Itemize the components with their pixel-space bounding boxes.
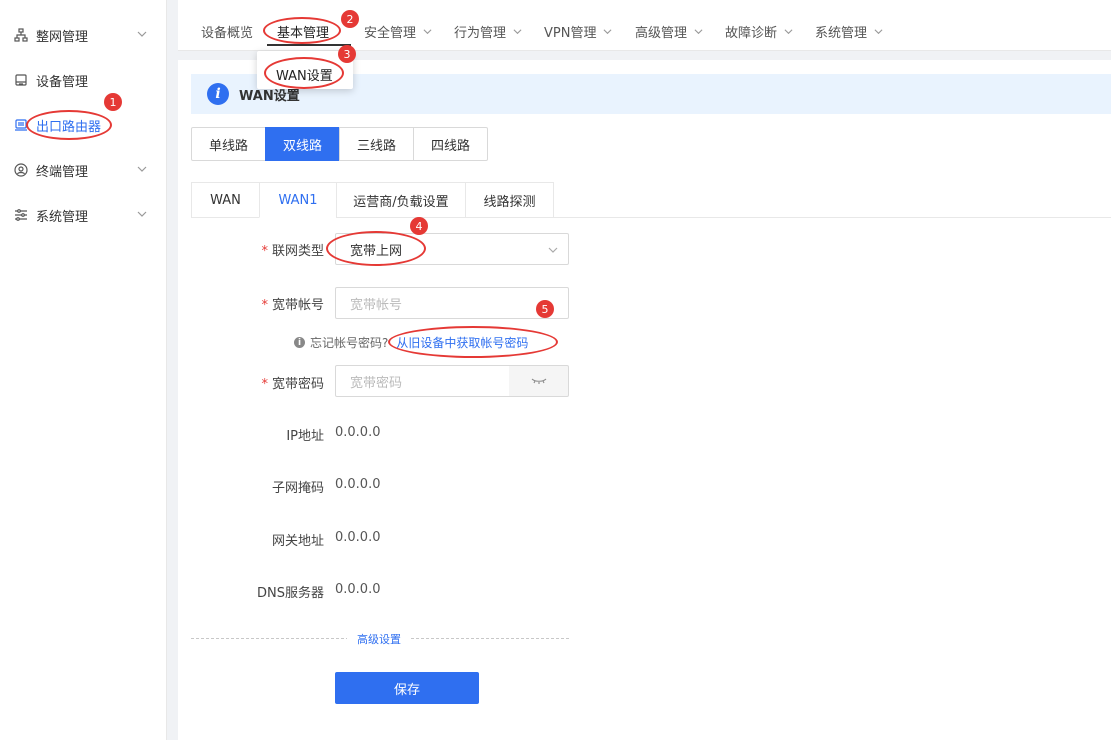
chevron-down-icon: [513, 29, 522, 35]
nav-behavior[interactable]: 行为管理: [454, 22, 522, 41]
nav-security[interactable]: 安全管理: [364, 22, 432, 41]
device-icon: [13, 72, 29, 88]
settings-sliders-icon: [13, 207, 29, 223]
sidebar-item-system[interactable]: 系统管理: [0, 197, 166, 233]
chevron-down-icon: [137, 211, 147, 217]
hint-text: 忘记帐号密码?: [310, 336, 389, 350]
ip-value: 0.0.0.0: [335, 425, 381, 440]
nav-overview[interactable]: 设备概览: [201, 22, 253, 41]
nav-active-underline: [267, 44, 351, 46]
tab-wan1[interactable]: WAN1: [259, 182, 337, 218]
dns-value: 0.0.0.0: [335, 582, 381, 597]
user-icon: [13, 162, 29, 178]
basic-management-dropdown: WAN设置: [257, 51, 353, 89]
sidebar-item-label: 出口路由器: [36, 119, 102, 135]
nav-label: 设备概览: [201, 26, 254, 41]
sidebar-item-label: 设备管理: [36, 74, 89, 90]
nav-diagnosis[interactable]: 故障诊断: [725, 22, 793, 41]
chevron-down-icon: [603, 29, 612, 35]
password-input[interactable]: 宽带密码: [335, 365, 510, 397]
tab-wan[interactable]: WAN: [191, 182, 260, 218]
advanced-settings-toggle[interactable]: 高级设置: [347, 631, 411, 647]
nav-system[interactable]: 系统管理: [815, 22, 883, 41]
sidebar: 整网管理 设备管理 出口路由器 终端管理 系统管理: [0, 0, 167, 740]
sidebar-item-label: 终端管理: [36, 164, 89, 180]
sidebar-item-network[interactable]: 整网管理: [0, 17, 166, 53]
mask-label: 子网掩码: [271, 481, 324, 496]
connection-type-label: * 联网类型: [261, 244, 324, 259]
chevron-down-icon: [548, 247, 558, 253]
nav-advanced[interactable]: 高级管理: [635, 22, 703, 41]
sidebar-item-router[interactable]: 出口路由器: [0, 107, 166, 143]
sidebar-item-label: 系统管理: [36, 209, 89, 225]
line-mode-dual[interactable]: 双线路: [265, 127, 340, 161]
nav-label: 高级管理: [635, 26, 688, 41]
chevron-down-icon: [694, 29, 703, 35]
router-icon: [13, 117, 29, 133]
chevron-down-icon: [423, 29, 432, 35]
connection-type-select[interactable]: 宽带上网: [335, 233, 569, 265]
save-button[interactable]: 保存: [335, 672, 479, 704]
main-panel: i WAN设置 单线路 双线路 三线路 四线路 WAN WAN1 运营商/负载设…: [178, 60, 1111, 740]
tab-line-probe[interactable]: 线路探测: [465, 182, 554, 218]
nav-label: VPN管理: [544, 26, 597, 41]
sidebar-item-label: 整网管理: [36, 29, 89, 45]
line-mode-triple[interactable]: 三线路: [339, 127, 414, 161]
network-topology-icon: [13, 27, 29, 43]
mask-value: 0.0.0.0: [335, 477, 381, 492]
nav-label: 系统管理: [815, 26, 868, 41]
chevron-down-icon: [137, 31, 147, 37]
info-small-icon: i: [294, 337, 305, 348]
connection-type-value: 宽带上网: [350, 243, 403, 259]
password-label: * 宽带密码: [261, 377, 324, 392]
gateway-label: 网关地址: [271, 534, 324, 549]
top-nav: 设备概览 基本管理 安全管理 行为管理 VPN管理 高级管理 故障诊断 系统管理: [178, 0, 1111, 51]
retrieve-credentials-link[interactable]: 从旧设备中获取帐号密码: [396, 334, 528, 351]
forgot-hint: i 忘记帐号密码? 从旧设备中获取帐号密码: [294, 334, 528, 351]
dropdown-item-wan-settings[interactable]: WAN设置: [276, 65, 333, 84]
chevron-down-icon: [784, 29, 793, 35]
info-icon: i: [207, 83, 229, 105]
chevron-down-icon: [874, 29, 883, 35]
wan-tabs: WAN WAN1 运营商/负载设置 线路探测: [191, 182, 1111, 218]
nav-basic[interactable]: 基本管理: [277, 22, 329, 41]
nav-vpn[interactable]: VPN管理: [544, 22, 612, 41]
nav-label: 基本管理: [277, 26, 330, 41]
toggle-password-button[interactable]: [509, 365, 569, 397]
line-mode-quad[interactable]: 四线路: [413, 127, 488, 161]
tab-isp-load[interactable]: 运营商/负载设置: [336, 182, 466, 218]
ip-label: IP地址: [286, 429, 324, 444]
nav-label: 行为管理: [454, 26, 507, 41]
nav-label: 故障诊断: [725, 26, 778, 41]
dns-label: DNS服务器: [257, 586, 324, 601]
chevron-down-icon: [137, 166, 147, 172]
sidebar-item-terminal[interactable]: 终端管理: [0, 152, 166, 188]
line-mode-selector: 单线路 双线路 三线路 四线路: [191, 127, 488, 161]
nav-label: 安全管理: [364, 26, 417, 41]
eye-closed-icon: [531, 378, 546, 384]
line-mode-single[interactable]: 单线路: [191, 127, 266, 161]
gateway-value: 0.0.0.0: [335, 530, 381, 545]
account-input[interactable]: 宽带帐号: [335, 287, 569, 319]
account-label: * 宽带帐号: [261, 298, 324, 313]
sidebar-item-device[interactable]: 设备管理: [0, 62, 166, 98]
